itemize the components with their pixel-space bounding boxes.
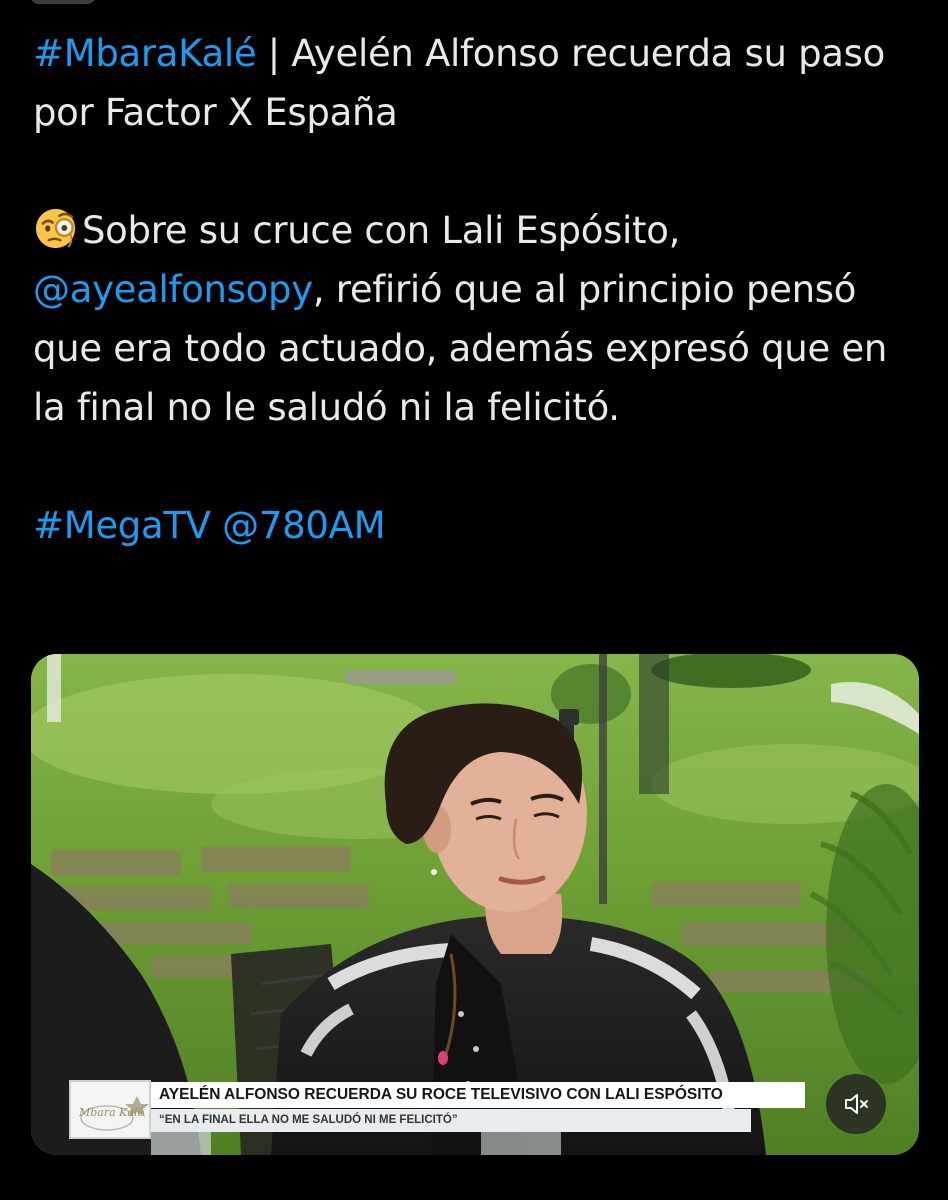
tweet-paragraph-2: Sobre su cruce con Lali Espósito, @ayeal… [33, 201, 913, 437]
lower-third-subtitle: “EN LA FINAL ELLA NO ME SALUDÓ NI ME FEL… [151, 1109, 751, 1132]
lower-third-caption: Mbara Kalé AYELÉN ALFONSO RECUERDA SU RO… [69, 1080, 805, 1139]
lower-third-headline: AYELÉN ALFONSO RECUERDA SU ROCE TELEVISI… [151, 1082, 805, 1108]
tweet-text-segment: Sobre su cruce con Lali Espósito, [82, 209, 681, 252]
hashtag-megatv-link[interactable]: #MegaTV [33, 504, 211, 547]
hashtag-mbarakale-link[interactable]: #MbaraKalé [33, 32, 257, 75]
tweet-paragraph-3: #MegaTV @780AM [33, 496, 913, 555]
speaker-muted-icon [845, 1094, 868, 1114]
previous-element-edge [30, 0, 96, 4]
mention-ayealfonsopy-link[interactable]: @ayealfonsopy [33, 268, 313, 311]
face-with-monocle-icon [33, 204, 80, 251]
tweet-video[interactable]: Mbara Kalé AYELÉN ALFONSO RECUERDA SU RO… [31, 654, 919, 1155]
mbara-kale-logo: Mbara Kalé [69, 1080, 151, 1139]
tweet-text: #MbaraKalé | Ayelén Alfonso recuerda su … [33, 24, 913, 555]
mute-button[interactable] [826, 1074, 886, 1134]
tweet-paragraph-1: #MbaraKalé | Ayelén Alfonso recuerda su … [33, 24, 913, 142]
mention-780am-link[interactable]: @780AM [222, 504, 385, 547]
